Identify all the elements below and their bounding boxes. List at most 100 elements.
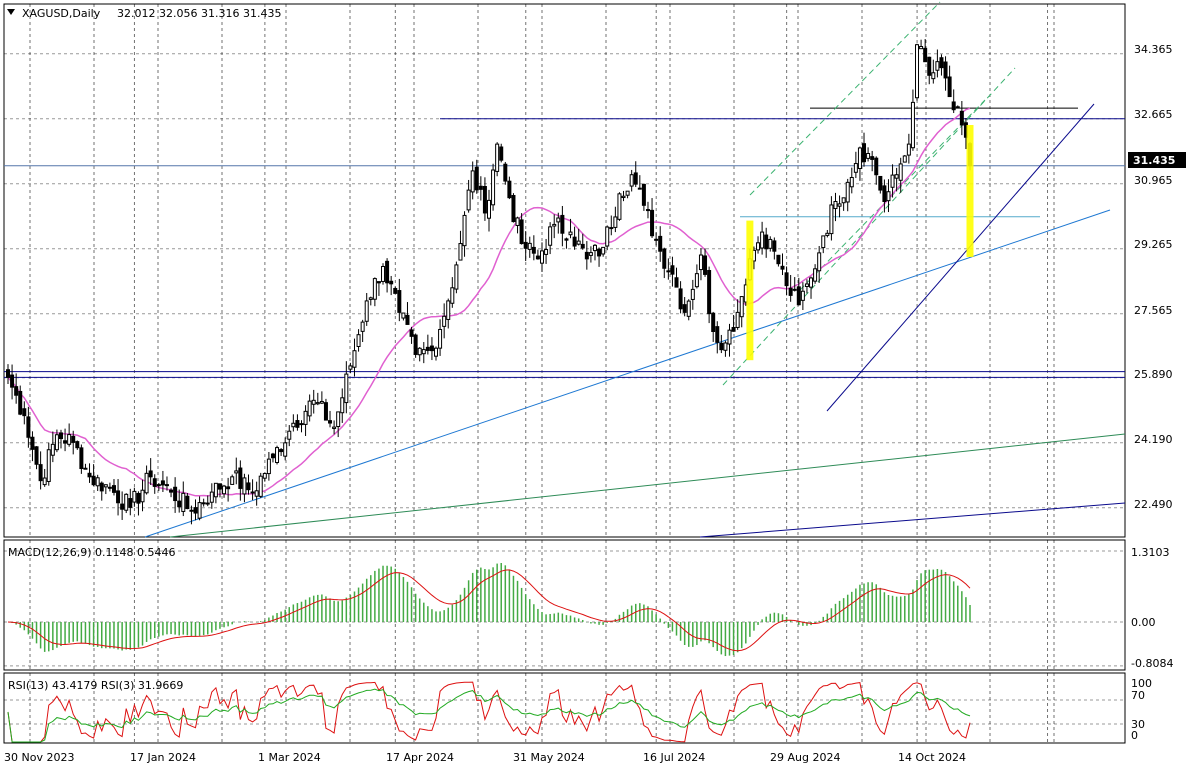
candle-body	[804, 283, 809, 287]
candle-body	[144, 472, 149, 494]
candle-body	[947, 76, 952, 98]
candle-body	[42, 477, 47, 486]
rsi-tick-label: 0	[1131, 729, 1138, 742]
candle-body	[222, 485, 227, 495]
price-axis: 34.365 32.665 30.965 29.265 27.565 25.89…	[1134, 43, 1173, 511]
candle-body	[173, 486, 178, 502]
candle-body	[136, 492, 141, 504]
candle-body	[177, 500, 182, 508]
candle-body	[535, 255, 540, 260]
candle-body	[372, 278, 377, 300]
candle-body	[764, 234, 769, 250]
candle-body	[442, 315, 447, 327]
candle-body	[487, 199, 491, 219]
candle-body	[364, 300, 369, 322]
price-tick-label: 27.565	[1134, 304, 1173, 317]
candle-body	[30, 436, 35, 450]
price-tick-label: 22.490	[1134, 498, 1173, 511]
candle-body	[650, 209, 655, 237]
candle-body	[910, 101, 915, 149]
candle-body	[368, 297, 373, 300]
candle-body	[548, 226, 553, 246]
candle-body	[707, 270, 712, 315]
candle-body	[6, 369, 10, 378]
candle-body	[323, 402, 328, 421]
candle-body	[959, 110, 964, 126]
current-price-label: 31.435	[1133, 154, 1175, 167]
candle-body	[185, 495, 190, 510]
candle-body	[111, 485, 116, 493]
candle-body	[511, 195, 516, 223]
candle-body	[837, 203, 842, 207]
candle-body	[148, 470, 153, 478]
date-label: 16 Jul 2024	[643, 751, 705, 764]
symbol-timeframe[interactable]: XAGUSD,Daily	[22, 7, 101, 20]
candle-body	[784, 272, 789, 287]
candle-body	[458, 243, 463, 261]
candle-body	[731, 326, 736, 332]
candle-body	[886, 191, 891, 202]
candle-body	[462, 214, 467, 247]
candle-body	[715, 326, 720, 343]
candle-body	[213, 482, 218, 498]
candle-body	[87, 472, 92, 478]
rsi-tick-label: 70	[1131, 689, 1145, 702]
candle-body	[560, 214, 565, 234]
candle-body	[336, 411, 341, 428]
candle-body	[107, 486, 112, 489]
candle-body	[845, 181, 850, 203]
candle-body	[132, 490, 137, 503]
macd-tick-label: 0.00	[1131, 616, 1156, 629]
candle-body	[633, 172, 638, 185]
candle-body	[234, 470, 239, 474]
candle-body	[124, 493, 129, 511]
candle-body	[83, 467, 88, 470]
candle-body	[250, 491, 255, 494]
candle-body	[621, 195, 626, 199]
candle-body	[79, 447, 84, 470]
candle-body	[862, 143, 867, 163]
candle-body	[332, 426, 337, 429]
candle-body	[201, 502, 206, 505]
price-tick-label: 32.665	[1134, 108, 1173, 121]
candle-body	[421, 349, 426, 355]
date-label: 31 May 2024	[513, 751, 585, 764]
candle-body	[466, 189, 471, 211]
trading-chart: XAGUSD,Daily 32.012 32.056 31.316 31.435…	[3, 1, 1186, 764]
candle-body	[539, 250, 544, 264]
candle-body	[503, 163, 508, 182]
candle-body	[625, 190, 630, 196]
candle-body	[902, 155, 907, 163]
candle-body	[258, 475, 263, 497]
price-tick-label: 29.265	[1134, 238, 1173, 251]
candle-body	[307, 400, 312, 417]
candle-body	[817, 252, 822, 272]
candle-body	[405, 314, 410, 325]
candle-body	[788, 287, 793, 296]
price-tick-label: 30.965	[1134, 174, 1173, 187]
candle-body	[906, 143, 911, 156]
candle-body	[470, 170, 475, 193]
candle-body	[698, 254, 703, 271]
candle-body	[238, 467, 243, 489]
candle-body	[303, 410, 308, 425]
candle-body	[381, 265, 386, 282]
candle-body	[951, 101, 956, 111]
candle-body	[495, 143, 500, 172]
candle-body	[283, 442, 288, 457]
candle-body	[629, 174, 634, 187]
candle-body	[825, 232, 830, 236]
candle-body	[230, 476, 235, 485]
candle-body	[796, 286, 801, 306]
candle-body	[120, 503, 125, 510]
candle-body	[800, 290, 805, 301]
candle-body	[50, 443, 55, 456]
candle-body	[678, 288, 683, 310]
candle-body	[413, 334, 418, 355]
candle-body	[128, 498, 133, 508]
candle-body	[809, 277, 814, 288]
candle-body	[319, 400, 324, 404]
candle-body	[874, 157, 879, 176]
candle-body	[923, 47, 928, 63]
candle-body	[654, 238, 659, 241]
